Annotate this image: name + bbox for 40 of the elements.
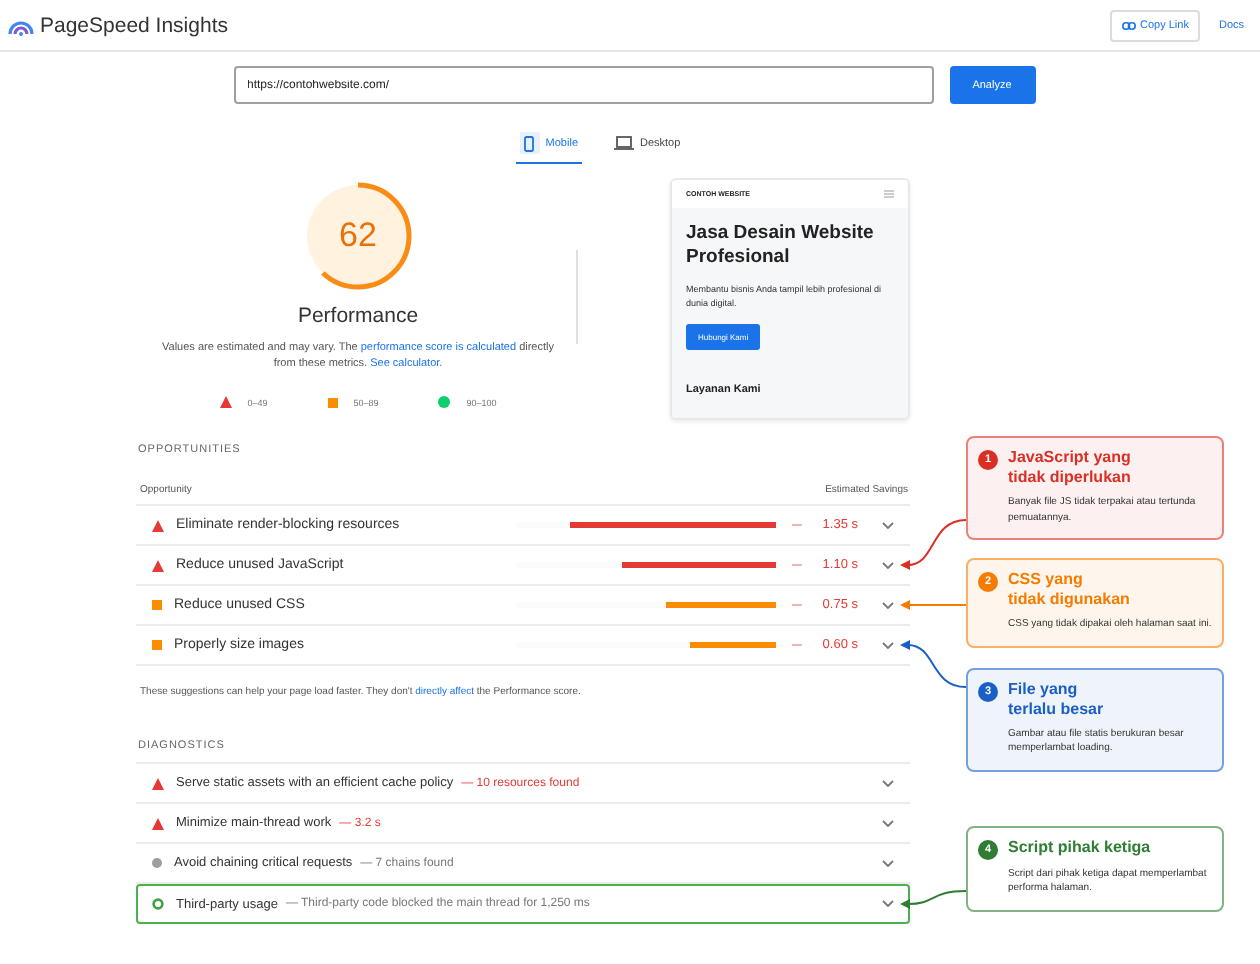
phone-icon [524, 135, 535, 151]
logo-icon [8, 15, 34, 35]
callout-title: JavaScript yang tidak diperlukan [1008, 448, 1133, 488]
link-icon [1122, 21, 1136, 29]
laptop-icon [614, 136, 634, 150]
triangle-icon [152, 817, 164, 829]
callout-title: File yang terlalu besar [1008, 679, 1106, 719]
connector-arrow [900, 600, 967, 610]
circle-icon [438, 396, 451, 408]
dash-mark [792, 644, 802, 646]
triangle-icon [152, 559, 164, 571]
chevron-down-icon[interactable] [882, 859, 894, 867]
chevron-down-icon[interactable] [882, 779, 894, 787]
chevron-down-icon[interactable] [882, 900, 894, 908]
ring-icon [152, 898, 164, 910]
triangle-icon [152, 519, 164, 531]
square-icon [152, 640, 162, 650]
triangle-icon [152, 777, 164, 789]
dash-mark [792, 524, 802, 526]
callout-title: Script pihak ketiga [1008, 837, 1153, 859]
score-label: Performance [297, 304, 419, 328]
connector-arrow [900, 519, 967, 570]
chevron-down-icon[interactable] [882, 561, 894, 569]
score-value: 62 [339, 216, 377, 256]
square-icon [152, 600, 162, 610]
app-title: PageSpeed Insights [40, 13, 228, 37]
callout-title: CSS yang tidak digunakan [1008, 570, 1132, 610]
menu-icon [884, 190, 894, 198]
chevron-down-icon[interactable] [882, 641, 894, 649]
dash-mark [792, 564, 802, 566]
dash-mark [792, 604, 802, 606]
connector-arrow [900, 640, 967, 688]
chevron-down-icon[interactable] [882, 819, 894, 827]
preview-heading: Jasa Desain Website Profesional [686, 222, 876, 270]
circle-icon [152, 858, 162, 868]
chevron-down-icon[interactable] [882, 601, 894, 609]
triangle-icon [219, 396, 232, 408]
chevron-down-icon[interactable] [882, 521, 894, 529]
connector-arrow [900, 890, 967, 909]
square-icon [327, 397, 338, 407]
